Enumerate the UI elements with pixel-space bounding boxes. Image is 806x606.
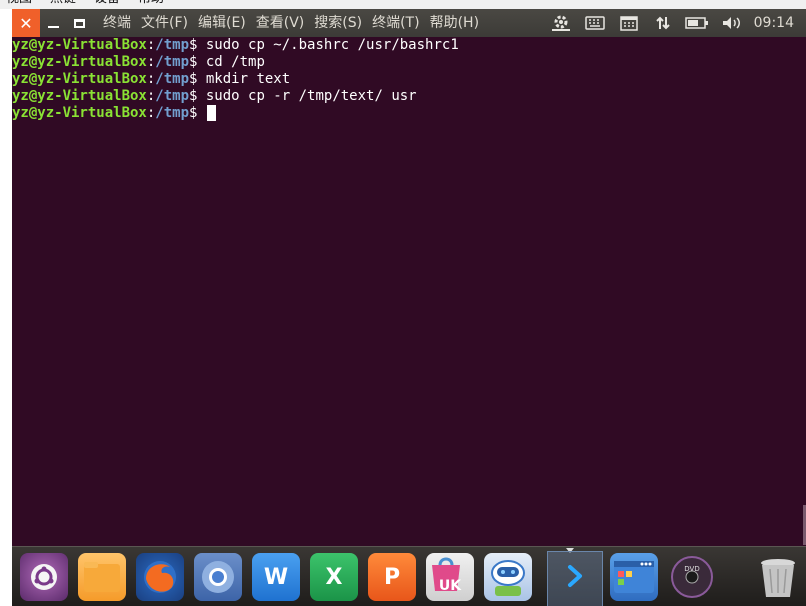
ubuntu-kylin-software-center-icon: UK [426, 553, 474, 601]
menu-help[interactable]: 帮助(H) [425, 9, 484, 37]
command-text [197, 105, 205, 121]
app-menubar: 终端 文件(F) 编辑(E) 查看(V) 搜索(S) 终端(T) 帮助(H) [98, 9, 484, 37]
prompt-user: yz@yz-VirtualBox [12, 54, 147, 70]
minimize-button[interactable] [40, 9, 66, 37]
dvd-label: DVD [684, 565, 699, 573]
battery-indicator[interactable] [680, 9, 714, 37]
network-arrows-icon [655, 16, 670, 30]
launcher-dock: W X P UK DVD [12, 546, 806, 606]
dvd-icon: DVD [668, 553, 716, 601]
files-icon [78, 553, 126, 601]
dock-item-wps-presentation[interactable]: P [364, 553, 420, 606]
host-menubar: 视图 热键 设备 帮助 [0, 0, 806, 9]
maximize-button[interactable] [66, 9, 92, 37]
prompt-user: yz@yz-VirtualBox [12, 88, 147, 104]
ubuntu-dash-icon [20, 553, 68, 601]
menu-file[interactable]: 文件(F) [136, 9, 193, 37]
host-menu-hotkeys[interactable]: 热键 [50, 0, 76, 9]
dock-item-firefox[interactable] [132, 553, 188, 606]
dock-item-chromium[interactable] [190, 553, 246, 606]
wps-writer-icon: W [252, 553, 300, 601]
minimize-icon [47, 26, 59, 28]
speaker-icon [722, 17, 740, 29]
top-panel: ✕ 终端 文件(F) 编辑(E) 查看(V) 搜索(S) 终端(T) 帮助(H) [12, 9, 806, 37]
dock-item-wps-spreadsheets[interactable]: X [306, 553, 362, 606]
dock-item-terminal[interactable] [547, 551, 603, 606]
terminal-app-icon [551, 552, 599, 600]
calendar-indicator[interactable] [612, 9, 646, 37]
menu-search[interactable]: 搜索(S) [309, 9, 367, 37]
volume-indicator[interactable] [714, 9, 748, 37]
prompt-user: yz@yz-VirtualBox [12, 105, 147, 121]
settings-indicator[interactable] [544, 9, 578, 37]
wps-presentation-icon: P [368, 553, 416, 601]
dock-item-wps-writer[interactable]: W [248, 553, 304, 606]
close-button[interactable]: ✕ [12, 9, 40, 37]
clock[interactable]: 09:14 [748, 9, 806, 37]
command-text: sudo cp ~/.bashrc /usr/bashrc1 [197, 37, 459, 53]
trash-icon [754, 553, 802, 601]
terminal-line: yz@yz-VirtualBox:/tmp$ cd /tmp [12, 54, 806, 71]
prompt-path: /tmp [155, 105, 190, 121]
dock-item-trash[interactable] [750, 553, 806, 606]
keyboard-indicator[interactable] [578, 9, 612, 37]
dock-item-software-center[interactable]: UK [422, 553, 478, 606]
menu-app-title[interactable]: 终端 [98, 9, 136, 37]
firefox-icon [136, 553, 184, 601]
gear-icon [551, 15, 570, 31]
command-text: mkdir text [197, 71, 291, 87]
host-menu-view[interactable]: 视图 [6, 0, 32, 9]
menu-terminal[interactable]: 终端(T) [367, 9, 424, 37]
prompt-path: /tmp [155, 54, 190, 70]
prompt-path: /tmp [155, 71, 190, 87]
host-menu-help[interactable]: 帮助 [138, 0, 164, 9]
terminal-line: yz@yz-VirtualBox:/tmp$ sudo cp ~/.bashrc… [12, 37, 806, 54]
battery-icon [684, 17, 708, 29]
command-text: sudo cp -r /tmp/text/ usr [197, 88, 417, 104]
terminal-line: yz@yz-VirtualBox:/tmp$ mkdir text [12, 71, 806, 88]
prompt-path: /tmp [155, 37, 190, 53]
prompt-user: yz@yz-VirtualBox [12, 71, 147, 87]
wps-spreadsheets-icon: X [310, 553, 358, 601]
dock-item-workspaces[interactable] [606, 553, 662, 606]
indicator-area: 09:14 [544, 9, 806, 37]
dock-item-dash[interactable] [16, 553, 72, 606]
dock-item-dvd[interactable]: DVD [664, 553, 720, 606]
maximize-icon [73, 18, 85, 28]
workspace-switcher-icon [610, 553, 658, 601]
keyboard-icon [584, 16, 605, 30]
calendar-icon [619, 16, 638, 31]
dock-item-robot-app[interactable] [480, 553, 536, 606]
prompt-path: /tmp [155, 88, 190, 104]
terminal-line: yz@yz-VirtualBox:/tmp$ sudo cp -r /tmp/t… [12, 88, 806, 105]
text-cursor [206, 105, 216, 121]
close-icon: ✕ [19, 13, 33, 33]
prompt-user: yz@yz-VirtualBox [12, 37, 147, 53]
dock-item-files[interactable] [74, 553, 130, 606]
command-text: cd /tmp [197, 54, 265, 70]
menu-edit[interactable]: 编辑(E) [193, 9, 251, 37]
terminal-line-current: yz@yz-VirtualBox:/tmp$ [12, 105, 806, 122]
host-menu-devices[interactable]: 设备 [94, 0, 120, 9]
chromium-icon [194, 553, 242, 601]
network-indicator[interactable] [646, 9, 680, 37]
menu-view[interactable]: 查看(V) [251, 9, 310, 37]
terminal-area[interactable]: yz@yz-VirtualBox:/tmp$ sudo cp ~/.bashrc… [12, 37, 806, 546]
robot-app-icon [484, 553, 532, 601]
